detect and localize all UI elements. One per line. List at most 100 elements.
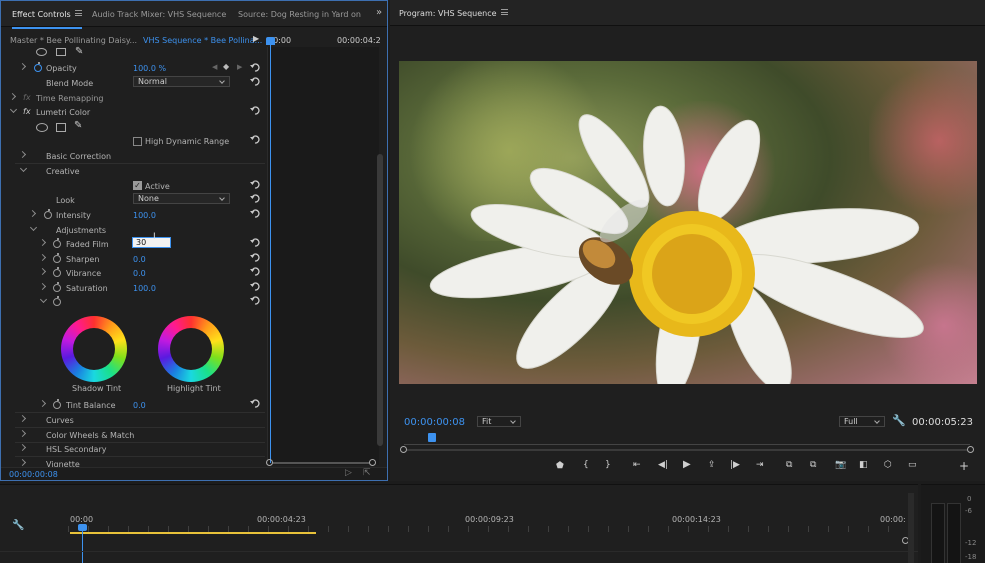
color-wheels-chevron[interactable] [18,429,27,438]
basic-correction-chevron[interactable] [18,150,27,159]
tab-program[interactable]: Program: VHS Sequence [399,9,508,18]
reset-sharpen-icon[interactable] [250,253,260,262]
vibrance-value[interactable]: 0.0 [133,269,146,278]
tint-balance-stopwatch-icon[interactable] [53,399,61,409]
reset-look-icon[interactable] [250,194,260,203]
sharpen-value[interactable]: 0.0 [133,255,146,264]
saturation-stopwatch-icon[interactable] [53,282,61,292]
reset-lumetri-icon[interactable] [250,106,260,115]
add-marker-icon[interactable]: ⬟ [556,461,564,471]
program-scrubber-track[interactable] [404,444,970,445]
lumetri-color-label[interactable]: Lumetri Color [36,108,90,117]
ec-zoom-handle-left[interactable] [266,459,273,466]
adjustments-label[interactable]: Adjustments [56,226,106,235]
hsl-secondary-label[interactable]: HSL Secondary [46,445,106,454]
time-remapping-label[interactable]: Time Remapping [36,94,103,103]
opacity-stopwatch-icon[interactable] [34,62,42,72]
blend-mode-dropdown[interactable]: Normal [133,76,230,87]
ec-zoom-bar[interactable] [273,462,369,464]
play-only-clip-icon[interactable]: ▶ [253,34,259,43]
step-back-icon[interactable]: ◀| [658,460,668,470]
hdr-checkbox[interactable] [133,137,142,146]
ellipse-mask-icon[interactable] [36,48,47,56]
step-forward-icon[interactable]: |▶ [730,460,740,470]
pen-mask-icon[interactable]: ✎ [75,46,83,57]
opacity-expand-chevron[interactable] [18,62,27,71]
program-video-frame[interactable] [399,61,977,384]
tint-balance-value[interactable]: 0.0 [133,401,146,410]
ec-scrollbar[interactable] [377,154,383,446]
timeline-scroll-track[interactable] [908,493,914,563]
settings-wrench-icon[interactable]: 🔧 [892,414,906,427]
program-zoom-handle-right[interactable] [967,446,974,453]
program-zoom-bar[interactable] [407,449,967,451]
button-editor-icon[interactable]: + [959,459,969,473]
saturation-chevron[interactable] [38,282,47,291]
rectangle-mask-icon[interactable] [56,123,66,132]
tab-effect-controls[interactable]: Effect Controls [12,10,82,29]
faded-film-chevron[interactable] [38,238,47,247]
next-keyframe-icon[interactable]: ▶ [237,63,242,71]
play-icon[interactable]: ▶ [683,459,691,470]
reset-opacity-icon[interactable] [250,63,260,72]
go-to-in-icon[interactable]: ⇤ [633,460,641,470]
ec-zoom-handle-right[interactable] [369,459,376,466]
reset-intensity-icon[interactable] [250,209,260,218]
tab-audio-track-mixer[interactable]: Audio Track Mixer: VHS Sequence [92,10,226,19]
extract-icon[interactable]: ⧉ [810,460,816,470]
tint-wheels-chevron[interactable] [39,295,48,304]
program-zoom-handle-left[interactable] [400,446,407,453]
saturation-value[interactable]: 100.0 [133,284,156,293]
adjustments-chevron[interactable] [29,223,38,232]
lumetri-color-chevron[interactable] [9,105,18,114]
comparison-view-icon[interactable]: ◧ [859,460,868,470]
rectangle-mask-icon[interactable] [56,48,66,56]
resolution-dropdown[interactable]: Full [839,416,885,427]
export-icon[interactable]: ⇱ [363,468,371,478]
tint-balance-chevron[interactable] [38,399,47,408]
export-frame-icon[interactable]: 📷 [835,460,846,470]
filter-icon[interactable]: ▷ [345,468,352,478]
mark-in-icon[interactable]: { [583,460,589,470]
reset-saturation-icon[interactable] [250,282,260,291]
sequence-clip-label[interactable]: VHS Sequence * Bee Pollina... [143,36,262,45]
reset-active-icon[interactable] [250,180,260,189]
time-remapping-chevron[interactable] [8,92,17,101]
ec-current-timecode[interactable]: 00:00:00:08 [9,470,58,479]
go-to-out-icon[interactable]: ⇥ [756,460,764,470]
ec-playhead-handle[interactable] [266,37,275,45]
vr-video-icon[interactable]: ⬡ [884,460,892,470]
vibrance-chevron[interactable] [38,267,47,276]
fit-dropdown[interactable]: Fit [477,416,521,427]
hsl-secondary-chevron[interactable] [18,443,27,452]
program-current-timecode[interactable]: 00:00:00:08 [404,417,465,428]
program-playhead[interactable] [428,433,436,442]
opacity-value[interactable]: 100.0 % [133,64,166,73]
reset-tint-icon[interactable] [250,296,260,305]
intensity-chevron[interactable] [28,209,37,218]
active-checkbox[interactable]: ✓ [133,181,142,190]
reset-vibrance-icon[interactable] [250,267,260,276]
vignette-chevron[interactable] [18,458,27,467]
safe-margins-icon[interactable]: ▭ [908,460,917,470]
mark-out-icon[interactable]: } [605,460,611,470]
ellipse-mask-icon[interactable] [36,123,48,132]
color-wheels-label[interactable]: Color Wheels & Match [46,431,134,440]
work-area-bar[interactable] [70,532,316,534]
ec-playhead[interactable] [270,37,271,463]
sharpen-chevron[interactable] [38,253,47,262]
pen-mask-icon[interactable]: ✎ [74,120,82,131]
lift-icon[interactable]: ⧉ [786,460,792,470]
reset-faded-film-icon[interactable] [250,238,260,247]
intensity-stopwatch-icon[interactable] [44,209,52,219]
tab-source[interactable]: Source: Dog Resting in Yard on Sunr [238,10,362,19]
timeline-playhead-handle[interactable] [78,524,87,531]
overflow-tabs-icon[interactable]: » [376,7,382,18]
prev-keyframe-icon[interactable]: ◀ [212,63,217,71]
faded-film-stopwatch-icon[interactable] [53,238,61,248]
tint-stopwatch-icon[interactable] [53,296,61,306]
reset-tint-balance-icon[interactable] [250,399,260,408]
ec-timeline-area[interactable] [267,47,379,465]
look-dropdown[interactable]: None [133,193,230,204]
sharpen-stopwatch-icon[interactable] [53,253,61,263]
